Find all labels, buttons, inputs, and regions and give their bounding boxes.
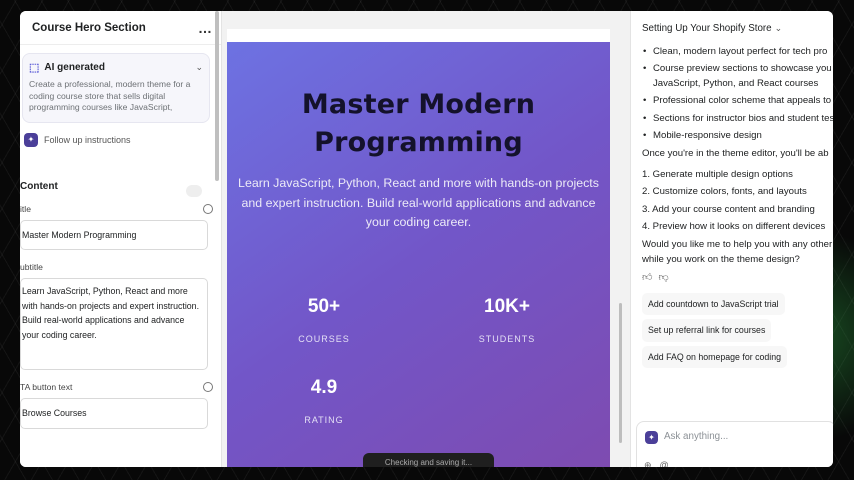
ai-card-title: AI generated xyxy=(44,62,105,73)
chat-title-dropdown[interactable]: Setting Up Your Shopify Store ⌄ xyxy=(631,11,833,45)
title-input[interactable]: Master Modern Programming xyxy=(20,220,208,251)
suggestion-chip[interactable]: Add countdown to JavaScript trial xyxy=(642,292,785,316)
stat-number: 50+ xyxy=(307,296,341,317)
chat-tools: ⊕@ xyxy=(644,460,677,467)
theme-preview: Master Modern Programming Learn JavaScri… xyxy=(222,11,630,467)
ai-avatar-icon: ✦ xyxy=(645,431,658,444)
list-item: Professional color scheme that appeals t… xyxy=(642,94,833,109)
follow-up-row[interactable]: ✦ Follow up instructions xyxy=(24,133,221,147)
dynamic-source-icon[interactable] xyxy=(203,382,213,393)
stat-number: 4.9 xyxy=(310,377,338,398)
list-item: Course preview sections to showcase you … xyxy=(642,62,833,91)
cta-input[interactable]: Browse Courses xyxy=(20,398,208,429)
title-field-label: itle xyxy=(20,204,31,214)
cta-field-label: TA button text xyxy=(20,382,73,393)
list-item: 1. Generate multiple design options xyxy=(642,168,793,180)
hero-title: Master Modern Programming xyxy=(301,89,536,158)
chat-message: Clean, modern layout perfect for tech pr… xyxy=(631,45,833,368)
panel-title: Course Hero Section xyxy=(32,21,146,34)
stat-label: RATING xyxy=(304,415,344,425)
list-item: 2. Customize colors, fonts, and layouts xyxy=(642,186,807,198)
editor-window: Course Hero Section … ⬚ AI generated ⌄ C… xyxy=(20,11,833,467)
sparkle-icon: ⬚ xyxy=(29,62,40,74)
chevron-down-icon[interactable]: ⌄ xyxy=(195,62,203,73)
follow-up-input[interactable]: Follow up instructions xyxy=(44,135,131,145)
hero-section[interactable]: Master Modern Programming Learn JavaScri… xyxy=(227,42,610,467)
preview-header-strip xyxy=(227,29,610,42)
list-item: Clean, modern layout perfect for tech pr… xyxy=(642,45,833,60)
list-item: Mobile-responsive design xyxy=(642,129,833,144)
ai-generated-card[interactable]: ⬚ AI generated ⌄ Create a professional, … xyxy=(22,53,210,123)
thumbs-down-icon[interactable]: 👎︎ xyxy=(658,271,668,285)
chat-input[interactable]: Ask anything... xyxy=(664,431,728,442)
chevron-down-icon: ⌄ xyxy=(774,22,783,33)
ai-avatar-icon: ✦ xyxy=(24,133,38,147)
list-item: Sections for instructor bios and student… xyxy=(642,112,833,127)
subtitle-textarea[interactable]: Learn JavaScript, Python, React and more… xyxy=(20,278,208,371)
list-item: 3. Add your course content and branding xyxy=(642,203,815,215)
suggestion-list: Add countdown to JavaScript trial Set up… xyxy=(642,292,833,368)
steps-list: 1. Generate multiple design options 2. C… xyxy=(642,168,833,235)
stat-number: 10K+ xyxy=(484,296,530,317)
send-toggle[interactable] xyxy=(186,185,202,197)
list-item: 4. Preview how it looks on different dev… xyxy=(642,221,826,233)
feature-list: Clean, modern layout perfect for tech pr… xyxy=(642,45,833,144)
hero-subtitle: Learn JavaScript, Python, React and more… xyxy=(238,176,599,229)
subtitle-field-label: ubtitle xyxy=(20,262,43,273)
chat-question: Would you like me to help you with any o… xyxy=(642,239,833,265)
attach-icon[interactable]: ⊕ xyxy=(644,460,660,467)
assistant-chat-panel: Setting Up Your Shopify Store ⌄ Clean, m… xyxy=(630,11,833,467)
stat-rating: 4.9 RATING xyxy=(289,377,359,425)
chat-paragraph: Once you're in the theme editor, you'll … xyxy=(642,148,829,160)
status-toast: Checking and saving it... xyxy=(363,453,494,467)
suggestion-chip[interactable]: Set up referral link for courses xyxy=(642,319,772,342)
stat-courses: 50+ COURSES xyxy=(289,296,359,344)
stat-label: STUDENTS xyxy=(478,334,536,344)
ai-prompt-text: Create a professional, modern theme for … xyxy=(29,79,191,113)
more-options-icon[interactable]: … xyxy=(198,20,213,36)
stat-students: 10K+ STUDENTS xyxy=(467,296,547,344)
scrollbar[interactable] xyxy=(619,303,622,443)
panel-header: Course Hero Section … xyxy=(20,11,221,45)
chat-title: Setting Up Your Shopify Store xyxy=(642,22,772,34)
stat-label: COURSES xyxy=(298,334,350,344)
scrollbar[interactable] xyxy=(215,11,219,181)
thumbs-up-icon[interactable]: 👍︎ xyxy=(642,271,652,285)
dynamic-source-icon[interactable] xyxy=(203,204,213,214)
suggestion-chip[interactable]: Add FAQ on homepage for coding xyxy=(642,345,788,368)
section-settings-panel: Course Hero Section … ⬚ AI generated ⌄ C… xyxy=(20,11,222,467)
mention-icon[interactable]: @ xyxy=(660,460,677,467)
